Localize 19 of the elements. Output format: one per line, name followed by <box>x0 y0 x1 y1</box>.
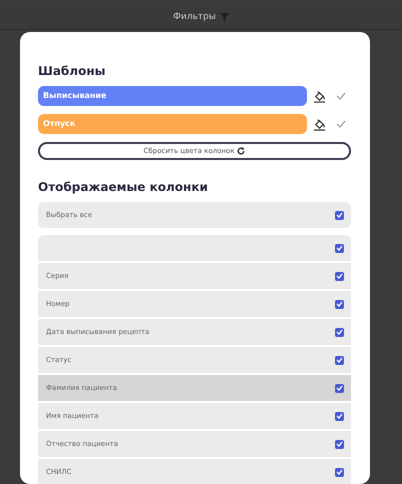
checkbox[interactable] <box>335 272 344 280</box>
section-heading: Отображаемые колонки <box>38 179 209 196</box>
checkbox[interactable] <box>335 328 344 336</box>
template-bar[interactable]: Выписывание <box>38 86 307 106</box>
checkbox[interactable] <box>335 384 344 392</box>
refresh-icon <box>237 147 246 155</box>
checkbox[interactable] <box>335 244 344 252</box>
check-icon[interactable] <box>336 92 346 100</box>
filters-title: Фильтры <box>173 10 216 24</box>
checkbox[interactable] <box>335 356 344 364</box>
checkbox[interactable] <box>335 300 344 308</box>
paint-bucket-icon[interactable] <box>313 118 326 130</box>
checkbox[interactable] <box>335 468 344 476</box>
checkbox[interactable] <box>335 210 344 220</box>
checkbox[interactable] <box>335 412 344 420</box>
check-icon[interactable] <box>336 120 346 128</box>
checkbox[interactable] <box>335 440 344 448</box>
paint-bucket-icon[interactable] <box>313 90 326 102</box>
section-heading: Шаблоны <box>38 63 106 80</box>
